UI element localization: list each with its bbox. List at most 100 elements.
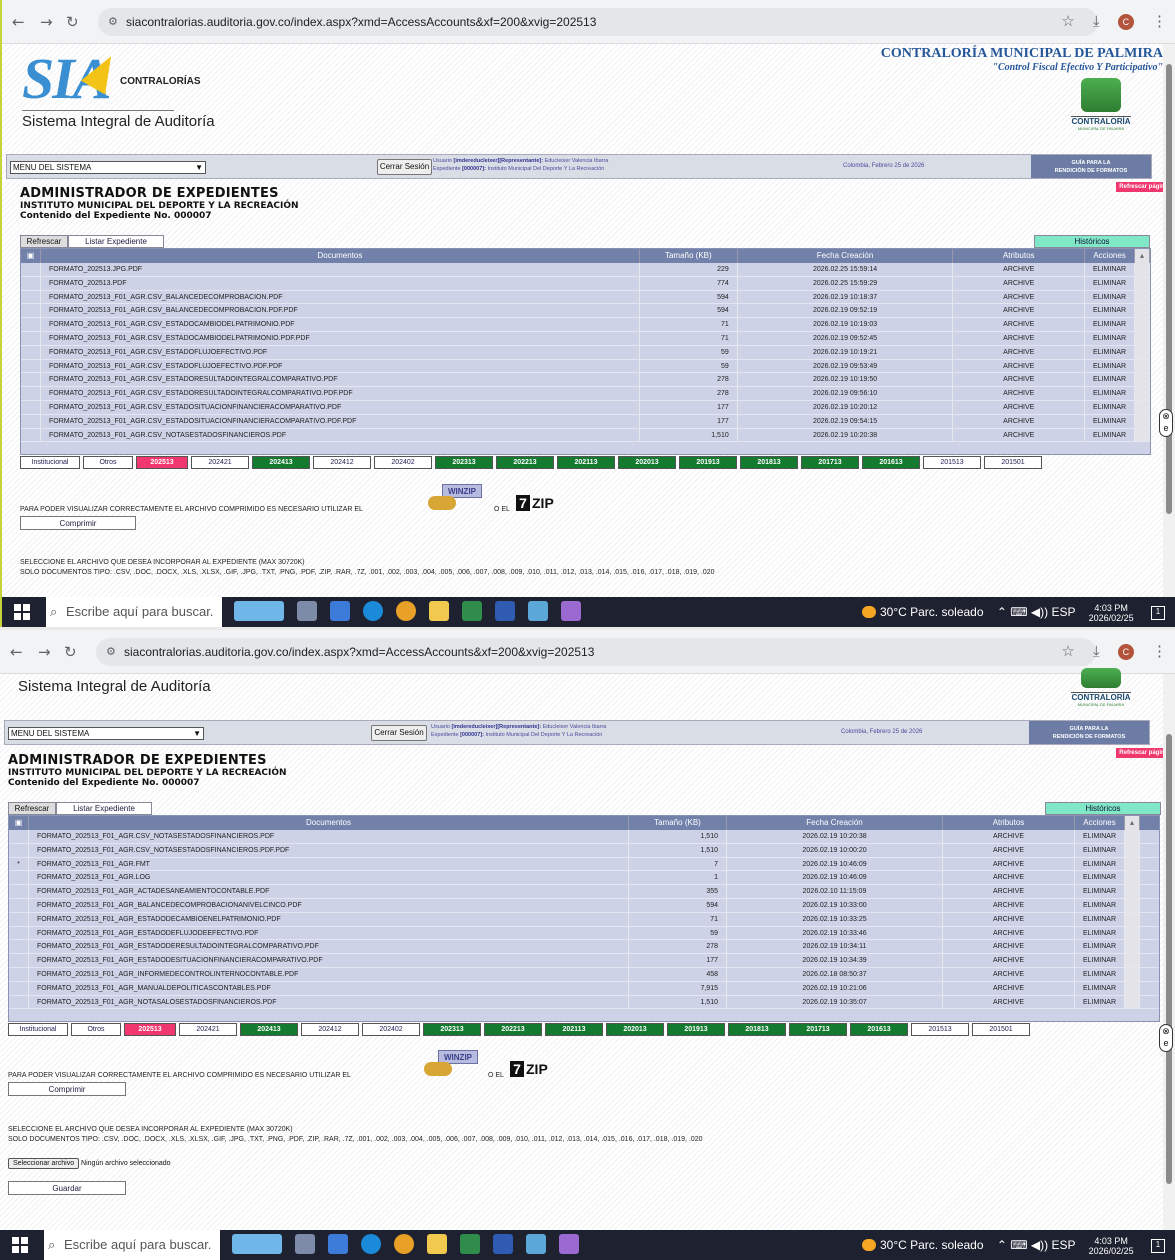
row-scroll-track[interactable] [1125, 981, 1140, 995]
period-tab[interactable]: 201613 [862, 456, 920, 469]
save-button[interactable]: Guardar [8, 1181, 126, 1195]
period-tab[interactable]: 201813 [740, 456, 798, 469]
table-row[interactable]: FORMATO_202513_F01_AGR.LOG 1 2026.02.19 10… [9, 871, 1159, 886]
scroll-thumb[interactable] [1166, 734, 1172, 1184]
forward-icon[interactable]: → [40, 13, 53, 31]
download-icon[interactable]: ⤓ [1093, 13, 1100, 30]
table-row[interactable]: FORMATO_202513_F01_AGR_ESTADODEFLUJODEEF… [9, 926, 1159, 941]
row-scroll-track[interactable] [1135, 414, 1150, 428]
widgets-icon[interactable] [232, 1234, 282, 1254]
row-scroll-track[interactable] [1135, 359, 1150, 373]
row-scroll-track[interactable] [1125, 954, 1140, 967]
menu-icon[interactable]: ⋮ [1152, 642, 1167, 660]
period-tab[interactable]: 202413 [252, 456, 310, 469]
guide-link[interactable]: GUÍA PARA LA RENDICIÓN DE FORMATOS [1029, 721, 1149, 744]
period-tab[interactable]: 202013 [618, 456, 676, 469]
document-name[interactable]: FORMATO_202513_F01_AGR.CSV_ESTADORESULTA… [41, 387, 640, 400]
word-icon[interactable] [495, 601, 515, 621]
document-name[interactable]: FORMATO_202513_F01_AGR_MANUALDEPOLITICAS… [29, 981, 629, 995]
period-tab[interactable]: 201513 [923, 456, 981, 469]
address-bar[interactable]: ⚙ siacontralorias.auditoria.gov.co/index… [96, 638, 1096, 666]
period-tab[interactable]: Otros [83, 456, 133, 469]
period-tab[interactable]: 202421 [179, 1023, 237, 1036]
delete-link[interactable]: ELIMINAR [1075, 967, 1125, 981]
period-tab[interactable]: 201613 [850, 1023, 908, 1036]
delete-link[interactable]: ELIMINAR [1085, 345, 1136, 359]
table-row[interactable]: FORMATO_202513_F01_AGR.CSV_ESTADOFLUJOEF… [21, 345, 1150, 360]
edge-icon[interactable] [361, 1234, 381, 1254]
windows-start-icon[interactable] [12, 1237, 28, 1253]
word-icon[interactable] [493, 1234, 513, 1254]
table-row[interactable]: FORMATO_202513_F01_AGR.CSV_ESTADOFLUJOEF… [21, 359, 1150, 374]
back-icon[interactable]: ← [12, 13, 25, 31]
task-view-icon[interactable] [295, 1234, 315, 1254]
table-row[interactable]: FORMATO_202513_F01_AGR.CSV_NOTASESTADOSF… [21, 428, 1150, 443]
period-tab[interactable]: 201913 [667, 1023, 725, 1036]
forward-icon[interactable]: → [38, 643, 51, 661]
excel-icon[interactable] [462, 601, 482, 621]
row-scroll-track[interactable] [1125, 912, 1140, 926]
delete-link[interactable]: ELIMINAR [1075, 898, 1125, 912]
period-tab[interactable]: 202213 [484, 1023, 542, 1036]
row-scroll-track[interactable] [1135, 428, 1150, 442]
menu-icon[interactable]: ⋮ [1152, 12, 1167, 30]
header-select-icon[interactable]: ▣ [9, 816, 29, 830]
period-tab[interactable]: 202313 [423, 1023, 481, 1036]
period-tab[interactable]: 202413 [240, 1023, 298, 1036]
delete-link[interactable]: ELIMINAR [1085, 304, 1136, 318]
document-name[interactable]: FORMATO_202513_F01_AGR_INFORMEDECONTROLI… [29, 967, 629, 981]
taskbar-search[interactable]: ⌕ Escribe aquí para buscar. [44, 1230, 220, 1260]
table-row[interactable]: FORMATO_202513_F01_AGR_MANUALDEPOLITICAS… [9, 981, 1159, 996]
windows-start-icon[interactable] [14, 604, 30, 620]
weather-text[interactable]: 30°C Parc. soleado [880, 605, 984, 619]
table-row[interactable]: FORMATO_202513_F01_AGR.CSV_ESTADORESULTA… [21, 373, 1150, 388]
delete-link[interactable]: ELIMINAR [1085, 318, 1136, 331]
table-row[interactable]: FORMATO_202513_F01_AGR_NOTASALOSESTADOSF… [9, 995, 1159, 1010]
row-scroll-track[interactable] [1135, 304, 1150, 318]
language-indicator[interactable]: ESP [1051, 605, 1075, 619]
period-tab[interactable]: 201513 [911, 1023, 969, 1036]
period-tab[interactable]: 202412 [301, 1023, 359, 1036]
scroll-up-icon[interactable]: ▴ [1135, 249, 1150, 263]
table-row[interactable]: * FORMATO_202513_F01_AGR.FMT 7 2026.02.19 1… [9, 857, 1159, 872]
delete-link[interactable]: ELIMINAR [1085, 331, 1136, 345]
document-name[interactable]: FORMATO_202513_F01_AGR.CSV_NOTASESTADOSF… [29, 830, 629, 843]
row-scroll-track[interactable] [1135, 276, 1150, 290]
table-row[interactable]: FORMATO_202513_F01_AGR_ESTADODECAMBIOENE… [9, 912, 1159, 927]
table-row[interactable]: FORMATO_202513_F01_AGR.CSV_ESTADOSITUACI… [21, 414, 1150, 429]
extension-badge-icon[interactable]: ⊗ e [1159, 1024, 1173, 1052]
paint-icon[interactable] [559, 1234, 579, 1254]
document-name[interactable]: FORMATO_202513_F01_AGR.CSV_BALANCEDECOMP… [41, 304, 640, 318]
table-row[interactable]: FORMATO_202513_F01_AGR.CSV_ESTADOSITUACI… [21, 400, 1150, 415]
delete-link[interactable]: ELIMINAR [1075, 940, 1125, 954]
row-scroll-track[interactable] [1135, 331, 1150, 345]
period-tab[interactable]: 202113 [545, 1023, 603, 1036]
taskbar-search[interactable]: ⌕ Escribe aquí para buscar. [46, 597, 222, 627]
delete-link[interactable]: ELIMINAR [1075, 885, 1125, 898]
row-scroll-track[interactable] [1125, 885, 1140, 898]
document-name[interactable]: FORMATO_202513_F01_AGR.CSV_ESTADORESULTA… [41, 373, 640, 387]
historicos-button[interactable]: Históricos [1045, 802, 1161, 815]
document-name[interactable]: FORMATO_202513.PDF [41, 276, 640, 290]
delete-link[interactable]: ELIMINAR [1085, 373, 1136, 387]
chrome-icon[interactable] [396, 601, 416, 621]
notification-icon[interactable]: 1 [1151, 1239, 1165, 1253]
table-row[interactable]: FORMATO_202513_F01_AGR_ESTADODESITUACION… [9, 954, 1159, 968]
table-row[interactable]: FORMATO_202513_F01_AGR_BALANCEDECOMPROBA… [9, 898, 1159, 913]
row-scroll-track[interactable] [1135, 290, 1150, 304]
paint-icon[interactable] [561, 601, 581, 621]
period-tab[interactable]: 201713 [789, 1023, 847, 1036]
document-name[interactable]: FORMATO_202513_F01_AGR.CSV_BALANCEDECOMP… [41, 290, 640, 304]
delete-link[interactable]: ELIMINAR [1085, 387, 1136, 400]
row-scroll-track[interactable] [1125, 871, 1140, 885]
row-scroll-track[interactable] [1135, 373, 1150, 387]
period-tab[interactable]: 202013 [606, 1023, 664, 1036]
widgets-icon[interactable] [234, 601, 284, 621]
delete-link[interactable]: ELIMINAR [1075, 843, 1125, 857]
delete-link[interactable]: ELIMINAR [1075, 871, 1125, 885]
system-menu-select[interactable]: MENU DEL SISTEMA ▼ [10, 161, 206, 174]
period-tab[interactable]: 201501 [984, 456, 1042, 469]
table-row[interactable]: FORMATO_202513_F01_AGR.CSV_NOTASESTADOSF… [9, 830, 1159, 844]
period-tab[interactable]: 202213 [496, 456, 554, 469]
tab-refrescar[interactable]: Refrescar [8, 802, 56, 815]
